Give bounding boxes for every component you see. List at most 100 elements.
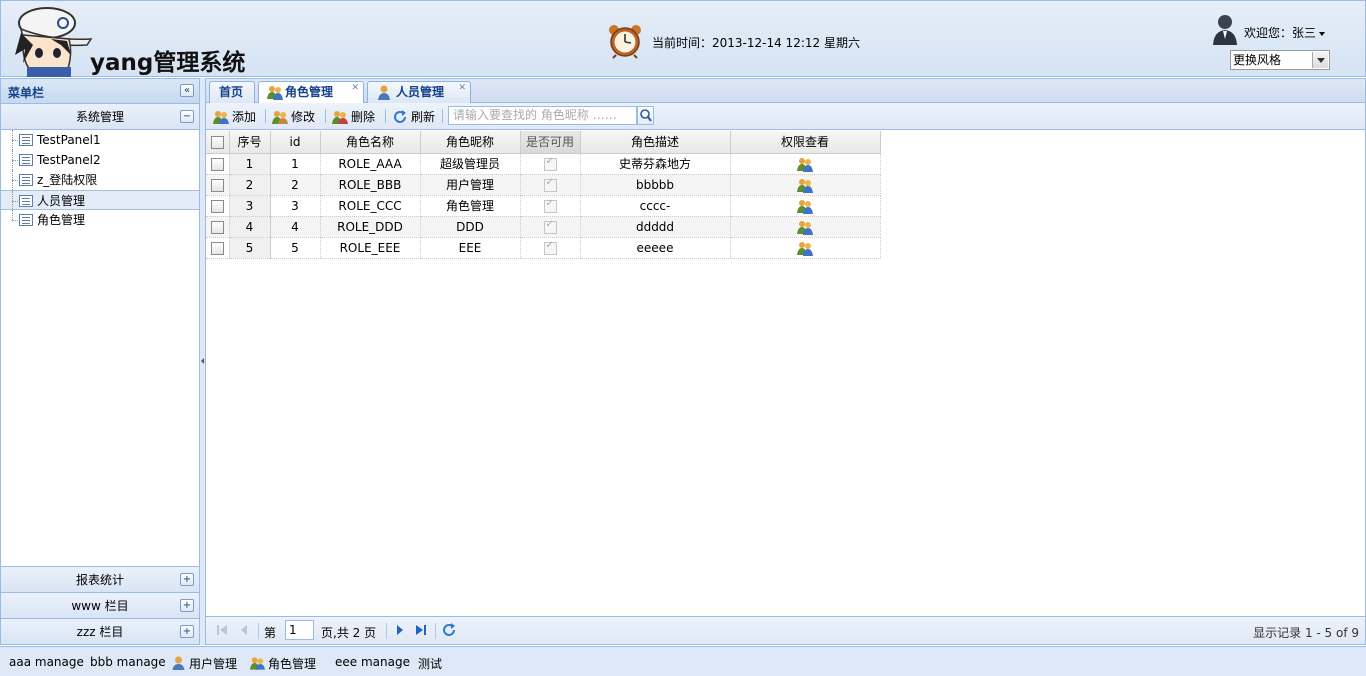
row-checkbox[interactable] xyxy=(210,220,224,234)
col-header-no[interactable]: 序号 xyxy=(229,131,271,154)
cell-no: 5 xyxy=(229,237,271,259)
welcome-menu[interactable]: 欢迎您：张三 xyxy=(1244,24,1326,41)
plus-icon[interactable]: + xyxy=(180,573,194,586)
col-header-id[interactable]: id xyxy=(270,131,321,154)
tree-item-personnel[interactable]: 人员管理 xyxy=(1,190,199,211)
table-row[interactable]: 44ROLE_DDDDDDddddd xyxy=(206,216,881,238)
task-bbb-manage[interactable]: bbb manage xyxy=(90,655,166,669)
row-checkbox[interactable] xyxy=(210,241,224,255)
col-header-role-name[interactable]: 角色名称 xyxy=(320,131,421,154)
task-aaa-manage[interactable]: aaa manage xyxy=(9,655,84,669)
permission-users-icon[interactable] xyxy=(797,198,813,214)
add-button[interactable]: 添加 xyxy=(212,107,256,127)
cell-enabled xyxy=(520,216,581,238)
tree-item-login-permission[interactable]: z_登陆权限 xyxy=(1,170,199,190)
task-label: 测试 xyxy=(418,657,443,671)
delete-users-icon xyxy=(332,111,348,124)
taskbar: aaa manage bbb manage 用户管理 角色管理 eee mana… xyxy=(0,646,1366,676)
collapse-left-icon[interactable]: « xyxy=(180,84,194,97)
page-number-input[interactable]: 1 xyxy=(285,620,314,640)
permission-users-icon[interactable] xyxy=(797,240,813,256)
add-label: 添加 xyxy=(232,110,257,124)
row-checkbox-cell[interactable] xyxy=(206,216,230,238)
tree-item-roles[interactable]: 角色管理 xyxy=(1,210,199,230)
cell-id: 2 xyxy=(270,174,321,196)
permission-users-icon[interactable] xyxy=(797,177,813,193)
table-row[interactable]: 22ROLE_BBB用户管理bbbbb xyxy=(206,174,881,196)
tree-item-label: z_登陆权限 xyxy=(37,173,98,187)
plus-icon[interactable]: + xyxy=(180,599,194,612)
logo-avatar-icon xyxy=(11,5,93,77)
cell-role-nick: DDD xyxy=(420,216,521,238)
header: yang管理系统 当前时间：2013-12-14 12:12 星期六 欢迎您：张… xyxy=(0,0,1366,77)
task-user-management[interactable]: 用户管理 xyxy=(171,655,237,672)
tab-home[interactable]: 首页 xyxy=(209,81,255,103)
refresh-label: 刷新 xyxy=(411,110,436,124)
select-all-checkbox[interactable] xyxy=(210,135,224,149)
close-icon[interactable]: ✕ xyxy=(351,84,359,93)
select-all-checkbox-cell[interactable] xyxy=(206,131,230,154)
accordion-www[interactable]: www 栏目 + xyxy=(1,592,199,618)
delete-button[interactable]: 删除 xyxy=(331,107,375,127)
refresh-button[interactable]: 刷新 xyxy=(391,107,435,127)
task-label: aaa manage xyxy=(9,655,84,669)
col-header-description[interactable]: 角色描述 xyxy=(580,131,731,154)
search-button[interactable] xyxy=(637,106,654,125)
caret-down-icon xyxy=(1319,31,1326,36)
table-row[interactable]: 33ROLE_CCC角色管理cccc- xyxy=(206,195,881,217)
row-checkbox[interactable] xyxy=(210,178,224,192)
permission-users-icon[interactable] xyxy=(797,219,813,235)
minus-icon[interactable]: − xyxy=(180,110,194,123)
plus-icon[interactable]: + xyxy=(180,625,194,638)
record-info: 显示记录 1 - 5 of 9 xyxy=(1253,626,1359,640)
first-page-icon[interactable] xyxy=(216,624,228,636)
cell-permissions[interactable] xyxy=(730,153,881,175)
data-grid: 序号 id 角色名称 角色昵称 是否可用 角色描述 权限查看 1 1 ROLE_AA… xyxy=(206,131,1365,259)
tree-item-testpanel2[interactable]: TestPanel2 xyxy=(1,150,199,170)
row-checkbox-cell[interactable] xyxy=(206,237,230,259)
next-page-icon[interactable] xyxy=(394,624,406,636)
task-eee-manage[interactable]: eee manage xyxy=(335,655,410,669)
permission-users-icon[interactable] xyxy=(797,156,813,172)
refresh-icon[interactable] xyxy=(442,623,457,638)
table-row[interactable]: 11ROLE_AAA超级管理员史蒂芬森地方 xyxy=(206,153,881,175)
tab-role-management[interactable]: 角色管理 ✕ xyxy=(258,81,364,104)
col-header-permissions[interactable]: 权限查看 xyxy=(730,131,881,154)
accordion-zzz[interactable]: zzz 栏目 + xyxy=(1,618,199,644)
page-label-suffix: 页,共 2 页 xyxy=(321,626,377,640)
enabled-checkbox xyxy=(543,219,557,234)
edit-button[interactable]: 修改 xyxy=(271,107,315,127)
panel-icon xyxy=(19,154,33,166)
tab-personnel-management[interactable]: 人员管理 ✕ xyxy=(367,81,471,103)
prev-page-icon[interactable] xyxy=(238,624,250,636)
accordion-reports[interactable]: 报表统计 + xyxy=(1,566,199,592)
cell-role-nick: EEE xyxy=(420,237,521,259)
col-header-role-nick[interactable]: 角色昵称 xyxy=(420,131,521,154)
users-icon xyxy=(267,86,283,100)
add-users-icon xyxy=(213,111,229,124)
cell-enabled xyxy=(520,237,581,259)
sidebar: 菜单栏 « 系统管理 − TestPanel1 TestPanel2 z_登陆权… xyxy=(0,78,200,645)
task-role-management[interactable]: 角色管理 xyxy=(250,655,316,672)
tree-item-testpanel1[interactable]: TestPanel1 xyxy=(1,130,199,150)
col-header-enabled[interactable]: 是否可用 xyxy=(520,131,581,154)
accordion-system-management[interactable]: 系统管理 − xyxy=(1,104,199,130)
sidebar-header: 菜单栏 « xyxy=(1,79,199,104)
row-checkbox[interactable] xyxy=(210,199,224,213)
last-page-icon[interactable] xyxy=(415,624,427,636)
welcome-text: 欢迎您：张三 xyxy=(1244,26,1317,40)
row-checkbox-cell[interactable] xyxy=(206,174,230,196)
close-icon[interactable]: ✕ xyxy=(458,84,466,93)
row-checkbox[interactable] xyxy=(210,157,224,171)
task-test[interactable]: 测试 xyxy=(418,655,442,672)
task-label: bbb manage xyxy=(90,655,166,669)
cell-permissions[interactable] xyxy=(730,195,881,217)
cell-permissions[interactable] xyxy=(730,237,881,259)
cell-permissions[interactable] xyxy=(730,216,881,238)
table-row[interactable]: 55ROLE_EEEEEEeeeee xyxy=(206,237,881,259)
search-input[interactable]: 请输入要查找的 角色昵称 …… xyxy=(448,106,637,125)
row-checkbox-cell[interactable] xyxy=(206,195,230,217)
row-checkbox-cell[interactable] xyxy=(206,153,230,175)
cell-permissions[interactable] xyxy=(730,174,881,196)
style-select[interactable]: 更换风格 xyxy=(1230,50,1330,70)
